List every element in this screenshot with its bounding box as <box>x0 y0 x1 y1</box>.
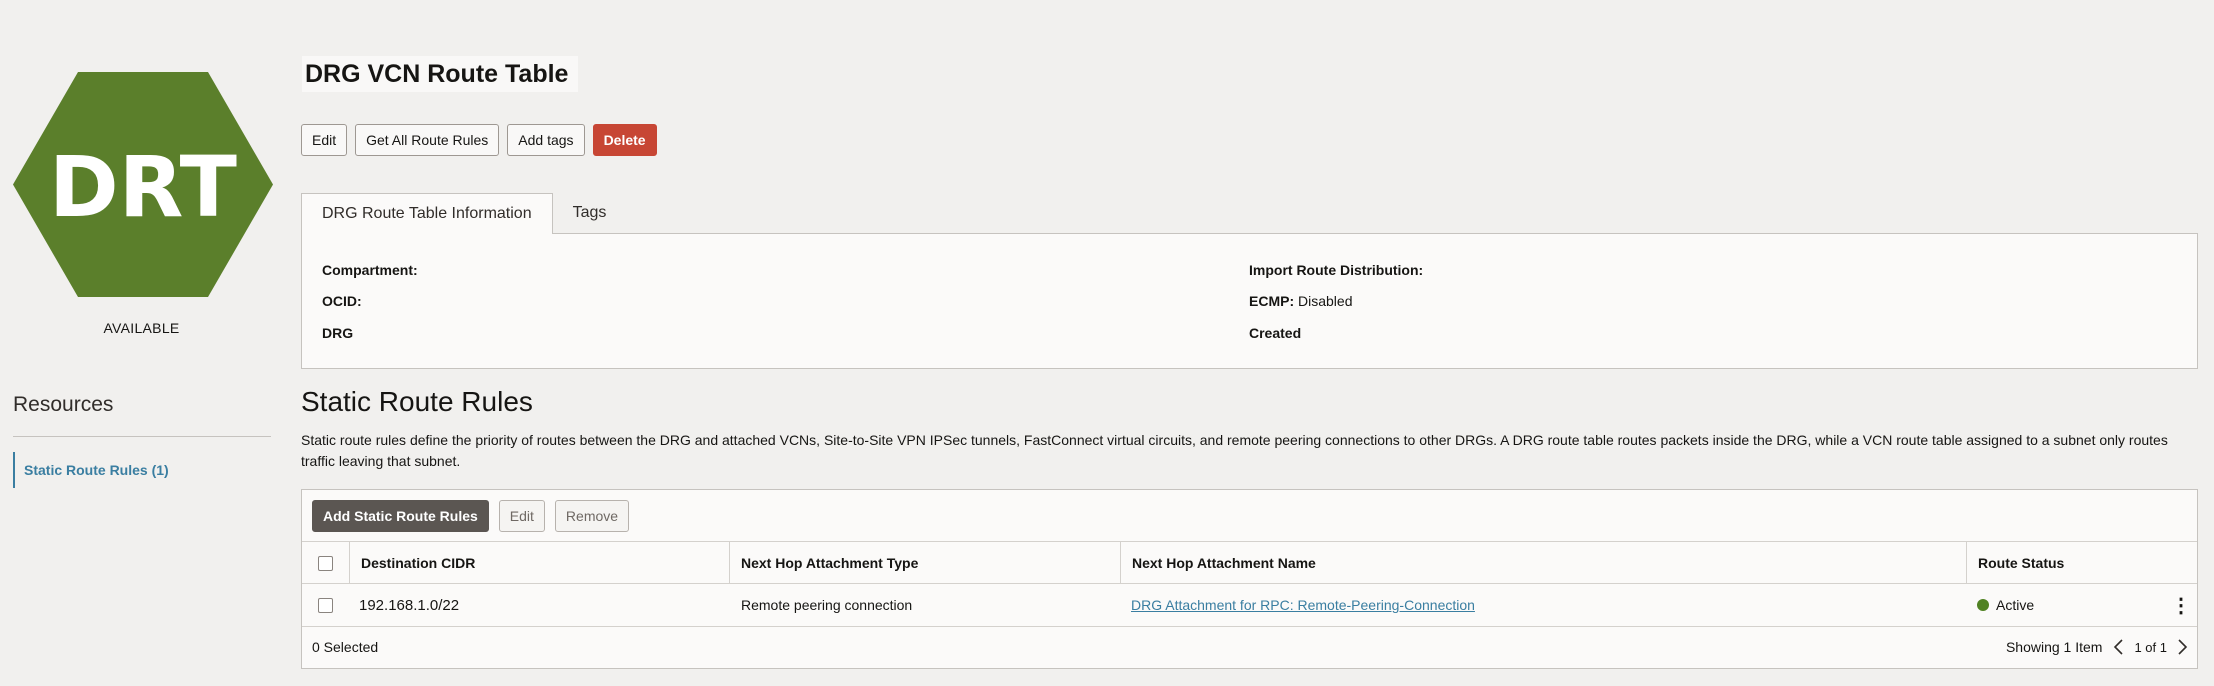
next-hop-attachment-link[interactable]: DRG Attachment for RPC: Remote-Peering-C… <box>1131 597 1475 613</box>
route-table-information-panel: Compartment: OCID: DRG Import Route Dist… <box>301 233 2198 369</box>
import-route-distribution-label: Import Route Distribution: <box>1249 262 1424 278</box>
column-divider <box>349 541 350 584</box>
ecmp-label: ECMP: <box>1249 293 1295 309</box>
drg-field: DRG <box>322 325 353 341</box>
resources-item-static-route-rules[interactable]: Static Route Rules (1) <box>13 452 253 488</box>
resource-hexagon-badge: DRT <box>13 72 273 297</box>
created-field: Created <box>1249 325 1301 341</box>
import-route-distribution-field: Import Route Distribution: <box>1249 262 1423 278</box>
ocid-label: OCID: <box>322 293 362 309</box>
cell-destination-cidr: 192.168.1.0/22 <box>359 596 460 614</box>
ecmp-field: ECMP: Disabled <box>1249 293 1353 309</box>
tab-drg-route-table-information[interactable]: DRG Route Table Information <box>301 193 553 234</box>
row-checkbox[interactable] <box>318 598 333 613</box>
resources-item-label: Static Route Rules (1) <box>24 462 169 478</box>
resources-heading: Resources <box>13 393 114 416</box>
static-route-rules-description: Static route rules define the priority o… <box>301 432 2168 469</box>
detail-tabs: DRG Route Table Information Tags <box>301 193 626 234</box>
resource-summary: DRT AVAILABLE Resources Static Route Rul… <box>0 0 290 686</box>
page-title: DRG VCN Route Table <box>302 56 579 92</box>
table-edit-button[interactable]: Edit <box>498 500 545 532</box>
ocid-field: OCID: <box>322 293 362 309</box>
showing-count: Showing 1 Item <box>2005 639 2103 655</box>
select-all-checkbox[interactable] <box>318 556 333 571</box>
row-actions-kebab-icon[interactable]: ⋮ <box>2171 584 2191 626</box>
route-status-text: Active <box>1996 597 2035 613</box>
page-indicator: 1 of 1 <box>2134 639 2167 655</box>
add-static-route-rules-button[interactable]: Add Static Route Rules <box>312 500 489 532</box>
delete-button[interactable]: Delete <box>592 124 657 156</box>
column-header-destination-cidr[interactable]: Destination CIDR <box>361 542 475 584</box>
status-active-icon <box>1977 599 1989 611</box>
edit-button[interactable]: Edit <box>301 124 348 156</box>
drg-label: DRG <box>322 325 354 341</box>
created-label: Created <box>1249 325 1302 341</box>
column-header-next-hop-attachment-name[interactable]: Next Hop Attachment Name <box>1132 542 1316 584</box>
column-header-next-hop-attachment-type[interactable]: Next Hop Attachment Type <box>741 542 918 584</box>
compartment-label: Compartment: <box>322 262 418 278</box>
cell-next-hop-type: Remote peering connection <box>741 597 913 613</box>
pagination: Showing 1 Item 1 of 1 <box>2006 626 2189 668</box>
resource-status: AVAILABLE <box>103 320 180 336</box>
add-tags-button[interactable]: Add tags <box>507 124 585 156</box>
get-all-route-rules-button[interactable]: Get All Route Rules <box>355 124 500 156</box>
static-route-rules-table: Add Static Route Rules Edit Remove Desti… <box>301 489 2198 669</box>
column-header-route-status[interactable]: Route Status <box>1978 542 2064 584</box>
action-bar: Edit Get All Route Rules Add tags Delete <box>301 124 657 156</box>
tab-tags[interactable]: Tags <box>553 193 627 233</box>
static-route-rules-heading: Static Route Rules <box>301 386 533 417</box>
table-toolbar: Add Static Route Rules Edit Remove <box>312 500 630 532</box>
column-divider <box>729 541 730 584</box>
column-divider <box>1966 541 1967 584</box>
compartment-field: Compartment: <box>322 262 418 278</box>
chevron-left-icon[interactable] <box>2112 638 2124 656</box>
table-remove-button[interactable]: Remove <box>554 500 630 532</box>
chevron-right-icon[interactable] <box>2177 638 2189 656</box>
cell-next-hop-name: DRG Attachment for RPC: Remote-Peering-C… <box>1131 584 1475 626</box>
selected-count: 0 Selected <box>312 639 379 655</box>
ecmp-value: Disabled <box>1298 293 1353 309</box>
cell-route-status: Active <box>1977 584 2034 626</box>
badge-text: DRT <box>49 138 237 236</box>
table-footer: 0 Selected Showing 1 Item 1 of 1 <box>302 626 2197 668</box>
resources-divider <box>13 436 271 437</box>
column-divider <box>1120 541 1121 584</box>
